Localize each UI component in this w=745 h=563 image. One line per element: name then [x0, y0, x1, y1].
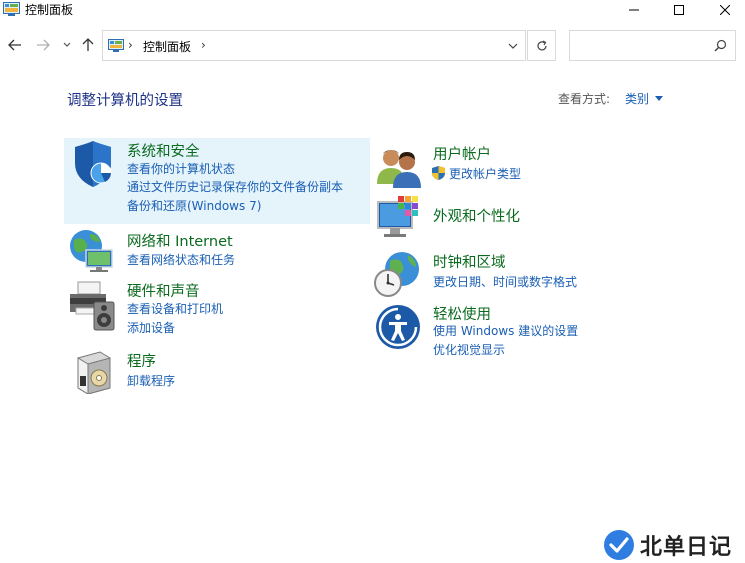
category-title[interactable]: 程序: [127, 350, 156, 371]
search-box[interactable]: [569, 30, 736, 61]
link-date-time-format[interactable]: 更改日期、时间或数字格式: [433, 275, 577, 289]
category-title[interactable]: 系统和安全: [127, 140, 200, 161]
up-button[interactable]: [78, 36, 98, 54]
maximize-button[interactable]: [656, 0, 702, 20]
network-globe-icon: [70, 230, 113, 272]
breadcrumb-separator[interactable]: ›: [201, 38, 206, 52]
clock-globe-icon: [374, 252, 419, 297]
arrow-up-icon: [82, 38, 94, 51]
address-dropdown-button[interactable]: [501, 31, 525, 60]
category-title[interactable]: 时钟和区域: [433, 251, 506, 272]
search-icon[interactable]: [714, 39, 727, 52]
ease-of-access-icon: [376, 305, 420, 349]
category-title[interactable]: 用户帐户: [433, 143, 491, 164]
back-button[interactable]: [5, 36, 25, 54]
breadcrumb-separator[interactable]: ›: [128, 38, 133, 52]
category-user-accounts[interactable]: 用户帐户 更改帐户类型: [370, 140, 676, 190]
title-bar: 控制面板: [0, 0, 745, 20]
category-system-security[interactable]: 系统和安全 查看你的计算机状态 通过文件历史记录保存你的文件备份副本 备份和还原…: [64, 138, 370, 224]
refresh-icon: [536, 39, 547, 50]
watermark: 北单日记: [604, 529, 732, 561]
forward-button[interactable]: [33, 36, 53, 54]
category-clock-region[interactable]: 时钟和区域 更改日期、时间或数字格式: [370, 248, 676, 298]
control-panel-icon: [3, 2, 20, 16]
view-by-label: 查看方式:: [558, 92, 611, 106]
view-by-dropdown[interactable]: 类别: [625, 90, 664, 107]
link-devices-printers[interactable]: 查看设备和打印机: [127, 302, 223, 316]
category-title[interactable]: 外观和个性化: [433, 205, 520, 226]
uac-shield-icon: [432, 166, 445, 180]
window-title: 控制面板: [25, 3, 74, 17]
link-uninstall-program[interactable]: 卸载程序: [127, 374, 175, 388]
link-add-device[interactable]: 添加设备: [127, 321, 175, 335]
minimize-icon: [629, 9, 639, 11]
minimize-button[interactable]: [611, 0, 657, 20]
category-title[interactable]: 轻松使用: [433, 303, 491, 324]
monitor-palette-icon: [377, 196, 418, 237]
address-bar[interactable]: › 控制面板 ›: [102, 30, 526, 61]
view-by-value[interactable]: 类别: [625, 90, 649, 107]
close-button[interactable]: [702, 0, 745, 20]
link-change-account-type[interactable]: 更改帐户类型: [449, 167, 521, 181]
category-ease-of-access[interactable]: 轻松使用 使用 Windows 建议的设置 优化视觉显示: [370, 300, 676, 362]
link-backup-restore[interactable]: 备份和还原(Windows 7): [127, 199, 261, 213]
program-box-icon: [77, 351, 111, 394]
link-view-computer-status[interactable]: 查看你的计算机状态: [127, 162, 235, 176]
arrow-right-icon: [37, 39, 50, 51]
watermark-text: 北单日记: [640, 535, 733, 560]
checkmark-logo-icon: [604, 530, 634, 560]
shield-icon: [75, 141, 112, 187]
category-network-internet[interactable]: 网络和 Internet 查看网络状态和任务: [64, 226, 370, 274]
control-panel-icon: [108, 39, 124, 52]
category-appearance[interactable]: 外观和个性化: [370, 194, 676, 244]
link-recommended-settings[interactable]: 使用 Windows 建议的设置: [433, 324, 578, 338]
link-network-status[interactable]: 查看网络状态和任务: [127, 253, 235, 267]
breadcrumb-control-panel[interactable]: 控制面板: [143, 38, 191, 55]
category-title[interactable]: 硬件和声音: [127, 280, 200, 301]
page-title: 调整计算机的设置: [67, 93, 183, 109]
users-icon: [377, 150, 421, 188]
link-optimize-visual[interactable]: 优化视觉显示: [433, 343, 505, 357]
link-file-history[interactable]: 通过文件历史记录保存你的文件备份副本: [127, 180, 343, 194]
caret-down-icon: [655, 96, 664, 101]
refresh-button[interactable]: [527, 30, 556, 61]
chevron-down-icon: [63, 42, 71, 47]
category-hardware-sound[interactable]: 硬件和声音 查看设备和打印机 添加设备: [64, 276, 370, 338]
search-input[interactable]: [574, 36, 709, 55]
chevron-down-icon: [508, 43, 518, 49]
category-programs[interactable]: 程序 卸载程序: [64, 346, 370, 394]
close-icon: [720, 5, 730, 15]
printer-speaker-icon: [70, 281, 115, 331]
category-title[interactable]: 网络和 Internet: [127, 230, 233, 251]
maximize-icon: [674, 5, 684, 15]
recent-locations-button[interactable]: [60, 36, 74, 54]
arrow-left-icon: [8, 39, 21, 51]
